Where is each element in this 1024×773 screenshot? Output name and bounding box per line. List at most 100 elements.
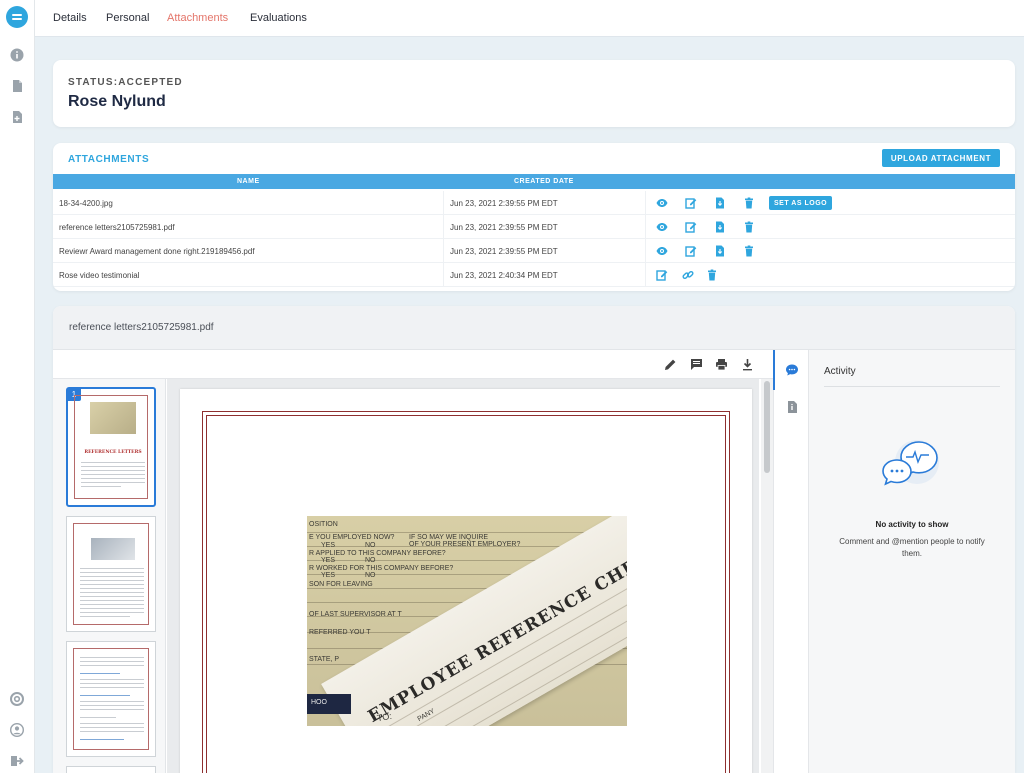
form-rule xyxy=(307,532,627,533)
set-as-logo-button[interactable]: SET AS LOGO xyxy=(769,196,833,210)
scrollbar-thumb[interactable] xyxy=(764,381,770,473)
column-divider xyxy=(443,239,444,263)
form-text: REFERRED YOU T xyxy=(309,629,371,636)
text-line xyxy=(81,474,145,475)
download-icon[interactable] xyxy=(714,245,726,257)
text-line xyxy=(81,478,145,479)
attachments-table-header: NAME CREATED DATE xyxy=(53,174,1015,189)
text-line xyxy=(80,572,144,573)
delete-icon[interactable] xyxy=(706,269,718,281)
attachments-card: ATTACHMENTS UPLOAD ATTACHMENT NAME CREAT… xyxy=(53,143,1015,291)
empty-state-title: No activity to show xyxy=(875,520,949,529)
text-line xyxy=(80,731,144,732)
edit-icon[interactable] xyxy=(685,197,697,209)
viewer-header: reference letters2105725981.pdf xyxy=(53,306,1015,350)
download-icon[interactable] xyxy=(714,221,726,233)
link-icon[interactable] xyxy=(682,269,694,281)
page-thumbnail[interactable]: 1 REFERENCE LETTERS xyxy=(66,387,156,507)
active-tab-indicator xyxy=(773,350,775,390)
text-line xyxy=(80,616,130,617)
side-panel-tabs xyxy=(773,350,809,773)
text-line xyxy=(80,608,144,609)
text-line xyxy=(80,576,144,577)
info-icon[interactable] xyxy=(10,48,24,62)
text-line xyxy=(81,486,121,487)
tab-personal[interactable]: Personal xyxy=(106,12,149,24)
text-line xyxy=(80,665,144,666)
attachment-created-date: Jun 23, 2021 2:40:34 PM EDT xyxy=(450,271,558,280)
document-icon[interactable] xyxy=(10,79,24,93)
column-name: NAME xyxy=(237,178,260,185)
user-account-icon[interactable] xyxy=(10,723,24,737)
column-divider xyxy=(645,215,646,239)
text-line xyxy=(80,596,144,597)
delete-icon[interactable] xyxy=(743,221,755,233)
form-text: YES xyxy=(321,572,336,579)
document-info-icon[interactable] xyxy=(785,400,799,414)
column-divider xyxy=(443,191,444,215)
view-icon[interactable] xyxy=(656,245,668,257)
edit-icon[interactable] xyxy=(685,245,697,257)
delete-icon[interactable] xyxy=(743,197,755,209)
text-line xyxy=(80,727,144,728)
left-rail xyxy=(0,0,35,773)
attachments-title: ATTACHMENTS xyxy=(68,154,150,165)
page-thumbnail[interactable] xyxy=(66,766,156,773)
thumbnail-image xyxy=(91,538,135,560)
text-line xyxy=(80,661,144,662)
text-line xyxy=(80,600,144,601)
print-icon[interactable] xyxy=(715,358,728,371)
add-document-icon[interactable] xyxy=(10,110,24,124)
table-row: Rose video testimonial Jun 23, 2021 2:40… xyxy=(53,263,1015,287)
text-line xyxy=(80,687,144,688)
column-divider xyxy=(443,215,444,239)
viewer-scrollbar[interactable] xyxy=(761,379,773,773)
pdf-page-area[interactable]: OSITION E YOU EMPLOYED NOW? IF SO MAY WE… xyxy=(167,379,759,773)
form-text: NO xyxy=(365,572,376,579)
pdf-page: OSITION E YOU EMPLOYED NOW? IF SO MAY WE… xyxy=(180,389,752,773)
column-divider xyxy=(443,263,444,287)
attachment-name: Reviewr Award management done right.2191… xyxy=(59,247,255,256)
form-text: OF YOUR PRESENT EMPLOYER? xyxy=(409,541,521,548)
edit-icon[interactable] xyxy=(685,221,697,233)
employee-reference-check-image: OSITION E YOU EMPLOYED NOW? IF SO MAY WE… xyxy=(307,516,627,726)
view-icon[interactable] xyxy=(656,221,668,233)
download-icon[interactable] xyxy=(741,358,754,371)
upload-attachment-button[interactable]: UPLOAD ATTACHMENT xyxy=(882,149,1000,167)
text-line xyxy=(80,580,144,581)
logout-icon[interactable] xyxy=(10,754,24,768)
chat-bubble-icon[interactable] xyxy=(785,363,799,377)
text-line xyxy=(80,701,144,702)
text-line xyxy=(80,612,144,613)
activity-panel: Activity No activity to show Comment and… xyxy=(809,350,1015,773)
thumbnail-page-frame: REFERENCE LETTERS xyxy=(74,395,148,499)
text-line xyxy=(80,705,144,706)
edit-icon[interactable] xyxy=(656,269,668,281)
viewer-file-title: reference letters2105725981.pdf xyxy=(69,322,214,333)
download-icon[interactable] xyxy=(714,197,726,209)
tab-details[interactable]: Details xyxy=(53,12,87,24)
activity-divider xyxy=(824,386,1000,387)
app-logo-icon[interactable] xyxy=(6,6,28,28)
tab-evaluations[interactable]: Evaluations xyxy=(250,12,307,24)
top-nav: Details Personal Attachments Evaluations xyxy=(35,0,1024,37)
form-text: IF SO MAY WE INQUIRE xyxy=(409,534,489,541)
delete-icon[interactable] xyxy=(743,245,755,257)
column-divider xyxy=(645,239,646,263)
page-thumbnail[interactable] xyxy=(66,641,156,757)
form-text: E YOU EMPLOYED NOW? xyxy=(309,534,395,541)
text-line xyxy=(80,588,144,589)
form-text: HOO xyxy=(311,699,327,706)
tab-attachments[interactable]: Attachments xyxy=(167,12,228,24)
view-icon[interactable] xyxy=(656,197,668,209)
page-thumbnail[interactable] xyxy=(66,516,156,632)
page-thumbnails[interactable]: 1 REFERENCE LETTERS xyxy=(53,379,166,773)
form-dark-band: HOO xyxy=(307,694,351,714)
text-line xyxy=(81,482,145,483)
text-line xyxy=(80,709,144,710)
form-text: R WORKED FOR THIS COMPANY BEFORE? xyxy=(309,565,454,572)
comment-icon[interactable] xyxy=(690,358,703,371)
help-icon[interactable] xyxy=(10,692,24,706)
attachment-created-date: Jun 23, 2021 2:39:55 PM EDT xyxy=(450,247,558,256)
annotate-pen-icon[interactable] xyxy=(664,358,677,371)
